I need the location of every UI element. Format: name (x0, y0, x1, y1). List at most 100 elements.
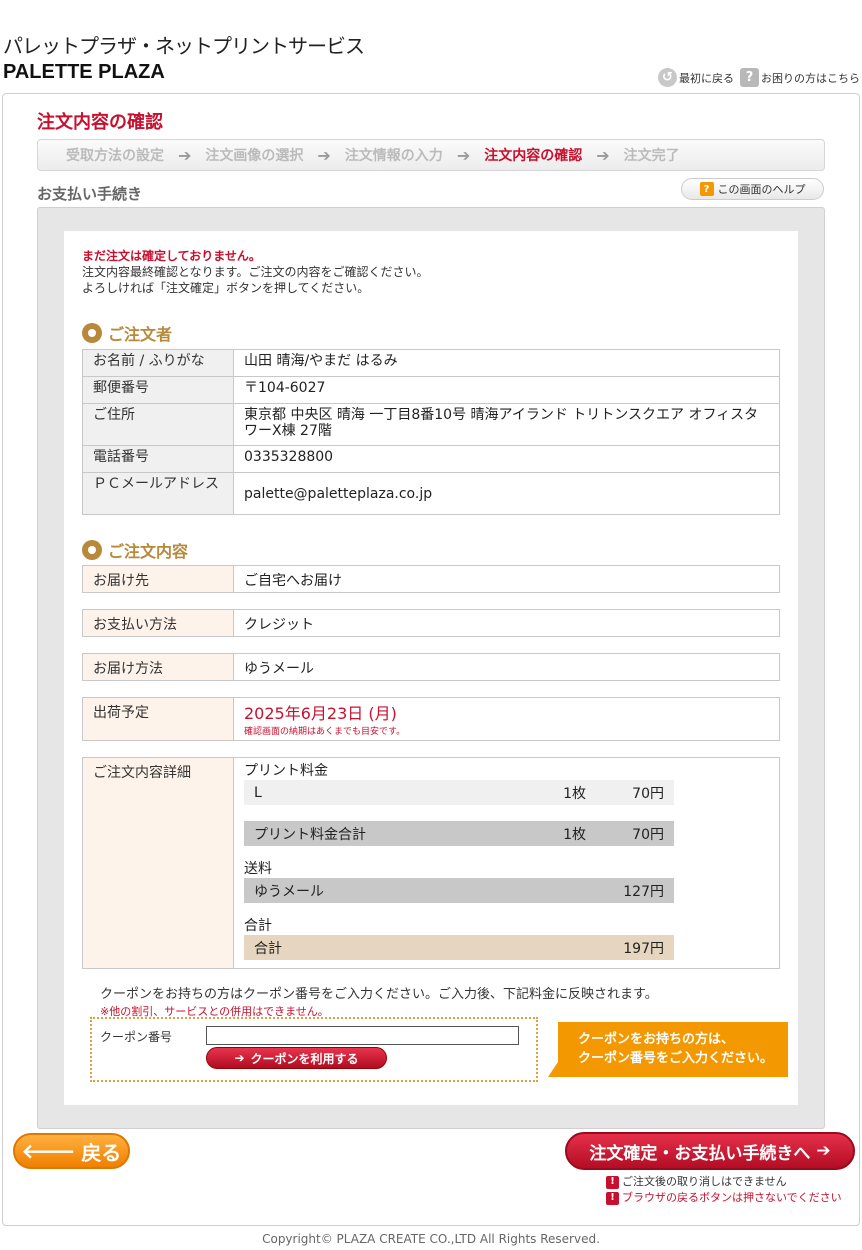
destination-row: お届け先 ご自宅へお届け (82, 565, 780, 593)
step-indicator: 受取方法の設定 ➔ 注文画像の選択 ➔ 注文情報の入力 ➔ 注文内容の確認 ➔ … (37, 139, 825, 171)
warning-line: ! ブラウザの戻るボタンは押さないでください (606, 1190, 842, 1206)
arrow-right-icon: ➔ (317, 145, 331, 165)
warning-text: ご注文後の取り消しはできません (622, 1175, 787, 1188)
order-detail-row: ご注文内容詳細 プリント料金 L 1枚 70円 プリント料金合計 1枚 70円 送料… (82, 757, 780, 969)
order-detail-label: ご注文内容詳細 (83, 758, 234, 968)
ship-date-note: 確認画面の納期はあくまでも目安です。 (244, 727, 406, 737)
table-row: ＰＣメールアドレス palette@paletteplaza.co.jp (82, 472, 780, 515)
back-to-top-link[interactable]: ↺ 最初に戻る (658, 68, 734, 87)
delivery-row: お届け方法 ゆうメール (82, 653, 780, 681)
confirm-warnings: ! ご注文後の取り消しはできません ! ブラウザの戻るボタンは押さないでください (606, 1174, 842, 1206)
total-title: 合計 (244, 918, 272, 934)
print-total-line: プリント料金合計 1枚 70円 (244, 821, 674, 846)
notice-warning: まだ注文は確定しておりません。 (82, 249, 261, 263)
screen-help-button[interactable]: ? この画面のヘルプ (681, 178, 824, 200)
arrow-right-icon: ➔ (456, 145, 471, 165)
brand-name-japanese: パレットプラザ・ネットプリントサービス (3, 34, 365, 58)
table-row: お名前 / ふりがな 山田 晴海/やまだ はるみ (82, 349, 780, 377)
name-value: 山田 晴海/やまだ はるみ (233, 349, 780, 377)
coupon-tip: クーポンをお持ちの方は、 クーポン番号をご入力ください。 (548, 1022, 788, 1077)
step-3: 注文情報の入力 (344, 148, 443, 164)
coupon-tip-line: クーポンをお持ちの方は、 (578, 1032, 735, 1047)
back-button[interactable]: 🡐 戻る (13, 1133, 130, 1169)
orderer-heading: ご注文者 (82, 321, 172, 345)
ship-date-row: 出荷予定 2025年6月23日 (月) 確認画面の納期はあくまでも目安です。 (82, 697, 780, 741)
ship-date-label: 出荷予定 (83, 698, 234, 740)
arrow-right-icon: ➔ (596, 145, 610, 165)
payment-value: クレジット (244, 617, 314, 633)
step-5: 注文完了 (623, 148, 680, 164)
print-total-label: プリント料金合計 (254, 826, 366, 843)
step-2: 注文画像の選択 (205, 148, 304, 164)
question-icon: ? (740, 68, 759, 87)
total-price: 197円 (623, 940, 664, 957)
circle-bullet-icon (82, 323, 102, 343)
shipping-title: 送料 (244, 861, 272, 877)
total-label: 合計 (254, 940, 282, 957)
coupon-label: クーポン番号 (100, 1030, 173, 1044)
confirm-order-label: 注文確定・お支払い手続きへ (589, 1143, 811, 1164)
phone-value: 0335328800 (233, 445, 780, 473)
use-coupon-label: クーポンを利用する (250, 1051, 359, 1066)
arrow-right-icon: ➔ (816, 1141, 831, 1161)
use-coupon-button[interactable]: ➔ クーポンを利用する (206, 1047, 387, 1069)
notice-line: 注文内容最終確認となります。ご注文の内容をご確認ください。 (82, 265, 429, 279)
page-title: 注文内容の確認 (37, 112, 163, 133)
back-button-label: 戻る (81, 1140, 122, 1165)
print-total-price: 70円 (632, 826, 664, 843)
destination-value: ご自宅へお届け (244, 573, 342, 589)
section-title: お支払い手続き (37, 185, 143, 203)
question-icon: ? (699, 182, 714, 196)
print-size: L (254, 784, 262, 801)
copyright: Copyright© PLAZA CREATE CO.,LTD All Righ… (262, 1232, 600, 1246)
name-label: お名前 / ふりがな (82, 349, 234, 377)
brand-logo[interactable]: PALETTE PLAZA (3, 61, 165, 84)
zip-label: 郵便番号 (82, 376, 234, 404)
email-label: ＰＣメールアドレス (82, 472, 234, 515)
arrow-left-icon: 🡐 (21, 1139, 76, 1163)
screen-help-label: この画面のヘルプ (717, 183, 806, 196)
zip-value: 〒104-6027 (233, 376, 780, 404)
order-title: ご注文内容 (108, 542, 189, 561)
destination-label: お届け先 (83, 566, 234, 592)
print-total-count: 1枚 (563, 826, 586, 843)
shipping-price: 127円 (623, 883, 664, 900)
delivery-value: ゆうメール (244, 661, 314, 677)
order-detail-cell: プリント料金 L 1枚 70円 プリント料金合計 1枚 70円 送料 ゆうメール 1… (234, 758, 779, 968)
arrow-right-icon: ➔ (178, 145, 192, 165)
notice-line: よろしければ「注文確定」ボタンを押してください。 (82, 281, 370, 295)
warning-text: ブラウザの戻るボタンは押さないでください (622, 1191, 842, 1204)
notice: まだ注文は確定しておりません。 注文内容最終確認となります。ご注文の内容をご確認… (82, 248, 428, 296)
order-heading: ご注文内容 (82, 538, 188, 562)
coupon-tip-line: クーポン番号をご入力ください。 (578, 1051, 774, 1066)
arrow-right-icon: ➔ (234, 1051, 245, 1065)
print-fee-line: L 1枚 70円 (244, 780, 674, 805)
exclamation-icon: ! (606, 1175, 619, 1189)
shipping-line: ゆうメール 127円 (244, 878, 674, 903)
delivery-label: お届け方法 (83, 654, 234, 680)
print-price: 70円 (632, 785, 664, 802)
address-label: ご住所 (82, 403, 234, 446)
table-row: ご住所 東京都 中央区 晴海 一丁目8番10号 晴海アイランド トリトンスクエア… (82, 403, 780, 446)
email-value: palette@paletteplaza.co.jp (233, 472, 780, 515)
orderer-title: ご注文者 (108, 325, 173, 344)
table-row: 郵便番号 〒104-6027 (82, 376, 780, 404)
exclamation-icon: ! (606, 1191, 619, 1205)
return-icon: ↺ (658, 68, 677, 87)
orderer-table: お名前 / ふりがな 山田 晴海/やまだ はるみ 郵便番号 〒104-6027 … (82, 349, 780, 515)
step-4-current: 注文内容の確認 (484, 148, 583, 164)
phone-label: 電話番号 (82, 445, 234, 473)
help-link[interactable]: ? お困りの方はこちら (740, 68, 860, 87)
shipping-method: ゆうメール (254, 883, 324, 900)
address-value: 東京都 中央区 晴海 一丁目8番10号 晴海アイランド トリトンスクエア オフィ… (233, 403, 780, 446)
print-count: 1枚 (563, 785, 586, 802)
coupon-input[interactable] (206, 1026, 519, 1045)
header-links: ↺ 最初に戻る ? お困りの方はこちら (658, 68, 860, 87)
circle-bullet-icon (82, 540, 102, 560)
back-to-top-label: 最初に戻る (679, 71, 734, 85)
ship-date-value: 2025年6月23日 (月) (244, 704, 397, 723)
total-line: 合計 197円 (244, 935, 674, 960)
help-link-label: お困りの方はこちら (761, 71, 860, 85)
payment-label: お支払い方法 (83, 610, 234, 636)
confirm-order-button[interactable]: 注文確定・お支払い手続きへ ➔ (565, 1132, 855, 1170)
